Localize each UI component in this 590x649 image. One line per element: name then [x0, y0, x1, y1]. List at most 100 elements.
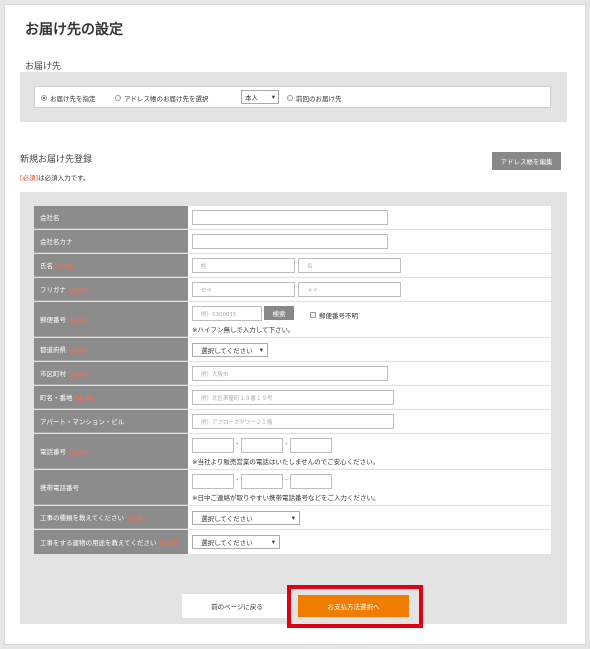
field-label: 会社名 [34, 206, 188, 229]
mobile-part3-input[interactable] [290, 474, 332, 489]
back-button[interactable]: 前のページに戻る [182, 594, 292, 618]
required-mark: [必須] [159, 539, 178, 547]
chevron-down-icon: ▾ [271, 93, 275, 101]
field-label: 町名・番地 [必須] [34, 386, 188, 409]
form-row-postal: 郵便番号 [必須] 例）5300015 検索 郵便番号不明 ※ハイフン無しで入力し… [34, 302, 551, 338]
page-title: お届け先の設定 [25, 22, 123, 38]
last-name-input[interactable]: 姓 [192, 258, 295, 273]
company-name-input[interactable] [192, 210, 388, 225]
required-tag: [必須] [20, 174, 39, 182]
field-cell: 選択してください ▾ [188, 530, 551, 554]
building-use-select[interactable]: 選択してください ▾ [192, 535, 280, 549]
phone-part1-input[interactable] [192, 438, 234, 453]
label-text: 工事の種類を教えてください [40, 514, 124, 522]
label-text: 電話番号 [40, 448, 66, 456]
field-label: 都道府県 [必須] [34, 338, 188, 361]
field-cell: 例）北区茶屋町１９番１９号 [188, 386, 551, 409]
required-mark: [必須] [56, 262, 75, 270]
destination-options: お届け先を指定 アドレス帳のお届け先を選択 本人 ▾ 前回のお届け先 [34, 86, 551, 108]
select-value: 選択してください [201, 347, 253, 355]
label-text: アパート・マンション・ビル [40, 418, 125, 426]
mobile-part1-input[interactable] [192, 474, 234, 489]
chevron-down-icon: ▾ [291, 514, 295, 522]
last-name-kana-input[interactable]: セイ [192, 282, 295, 297]
label-text: 都道府県 [40, 346, 66, 354]
field-label: 会社名カナ [34, 230, 188, 253]
required-note-text: は必須入力です。 [38, 174, 90, 182]
city-input[interactable]: 例）大阪市 [192, 366, 388, 381]
radio-label: 前回のお届け先 [296, 95, 342, 103]
phone-separator: - [236, 440, 239, 448]
radio-label: お届け先を指定 [50, 95, 96, 103]
checkbox-icon [310, 312, 316, 318]
postal-search-button[interactable]: 検索 [264, 306, 294, 320]
field-cell: - - ※日中ご連絡が取りやすい携帯電話番号などをご入力ください。 [188, 470, 551, 505]
select-value: 選択してください [201, 539, 253, 547]
street-input[interactable]: 例）北区茶屋町１９番１９号 [192, 390, 394, 405]
required-mark: [必須] [69, 448, 88, 456]
edit-address-book-button[interactable]: アドレス帳を編集 [492, 152, 561, 170]
label-text: 氏名 [40, 262, 53, 270]
first-name-input[interactable]: 名 [298, 258, 401, 273]
field-cell: - - ※当社より販売営業の電話はいたしませんのでご安心ください。 [188, 434, 551, 469]
radio-specify-destination[interactable]: お届け先を指定 [41, 93, 96, 103]
required-mark: [必須] [69, 286, 88, 294]
destination-section-title: お届け先 [25, 62, 62, 72]
radio-address-book[interactable]: アドレス帳のお届け先を選択 [115, 93, 209, 103]
building-input[interactable]: 例）アプローズタワー２１階 [192, 414, 394, 429]
work-type-select[interactable]: 選択してください ▾ [192, 511, 300, 525]
label-text: 工事をする建物の用途を教えてください [40, 539, 157, 547]
field-cell: 選択してください ▾ [188, 506, 551, 529]
checkbox-label: 郵便番号不明 [319, 312, 358, 320]
address-book-select[interactable]: 本人 ▾ [241, 90, 279, 104]
form-row-building: アパート・マンション・ビル 例）アプローズタワー２１階 [34, 410, 551, 434]
required-note: [必須]は必須入力です。 [20, 172, 89, 182]
label-text: 市区町村 [40, 370, 66, 378]
field-cell [188, 230, 551, 253]
form-row-prefecture: 都道府県 [必須] 選択してください ▾ [34, 338, 551, 362]
field-cell: セイ メイ [188, 278, 551, 301]
registration-section-title: 新規お届け先登録 [20, 155, 93, 165]
radio-previous-destination[interactable]: 前回のお届け先 [287, 93, 342, 103]
field-cell: 例）アプローズタワー２１階 [188, 410, 551, 433]
form-row-furigana: フリガナ [必須] セイ メイ [34, 278, 551, 302]
postal-unknown-checkbox[interactable]: 郵便番号不明 [310, 310, 358, 320]
prefecture-select[interactable]: 選択してください ▾ [192, 343, 268, 357]
field-cell: 例）5300015 検索 郵便番号不明 ※ハイフン無しで入力して下さい。 [188, 302, 551, 337]
required-mark: [必須] [75, 394, 94, 402]
field-label: アパート・マンション・ビル [34, 410, 188, 433]
field-label: フリガナ [必須] [34, 278, 188, 301]
form-row-street: 町名・番地 [必須] 例）北区茶屋町１９番１９号 [34, 386, 551, 410]
label-text: 会社名 [40, 214, 60, 222]
required-mark: [必須] [126, 514, 146, 522]
radio-selected-icon [41, 95, 47, 101]
chevron-down-icon: ▾ [271, 538, 275, 546]
form-row-phone: 電話番号 [必須] - - ※当社より販売営業の電話はいたしませんのでご安心くださ… [34, 434, 551, 470]
next-payment-button[interactable]: お支払方法選択へ [298, 595, 409, 617]
phone-part3-input[interactable] [290, 438, 332, 453]
chevron-down-icon: ▾ [259, 346, 263, 354]
address-book-select-value: 本人 [245, 94, 258, 102]
form-row-name: 氏名 [必須] 姓 名 [34, 254, 551, 278]
company-kana-input[interactable] [192, 234, 388, 249]
phone-separator: - [285, 440, 288, 448]
postal-code-input[interactable]: 例）5300015 [192, 306, 262, 321]
field-cell: 例）大阪市 [188, 362, 551, 385]
field-label: 氏名 [必須] [34, 254, 188, 277]
form-row-work-type: 工事の種類を教えてください [必須] 選択してください ▾ [34, 506, 551, 530]
destination-panel: お届け先を指定 アドレス帳のお届け先を選択 本人 ▾ 前回のお届け先 [20, 72, 567, 122]
mobile-part2-input[interactable] [241, 474, 283, 489]
label-text: 携帯電話番号 [40, 484, 79, 492]
label-text: 郵便番号 [40, 316, 66, 324]
postal-note: ※ハイフン無しで入力して下さい。 [192, 326, 295, 334]
field-label: 電話番号 [必須] [34, 434, 188, 469]
phone-part2-input[interactable] [241, 438, 283, 453]
field-cell: 選択してください ▾ [188, 338, 551, 361]
form-row-city: 市区町村 [必須] 例）大阪市 [34, 362, 551, 386]
registration-form: 会社名 会社名カナ 氏名 [必須] 姓 名 フリガナ [必須] セイ メイ 郵便… [34, 206, 551, 554]
first-name-kana-input[interactable]: メイ [298, 282, 401, 297]
mobile-separator: - [236, 476, 239, 484]
field-label: 工事をする建物の用途を教えてください [必須] [34, 530, 188, 554]
form-row-company-name: 会社名 [34, 206, 551, 230]
form-row-mobile: 携帯電話番号 - - ※日中ご連絡が取りやすい携帯電話番号などをご入力ください。 [34, 470, 551, 506]
